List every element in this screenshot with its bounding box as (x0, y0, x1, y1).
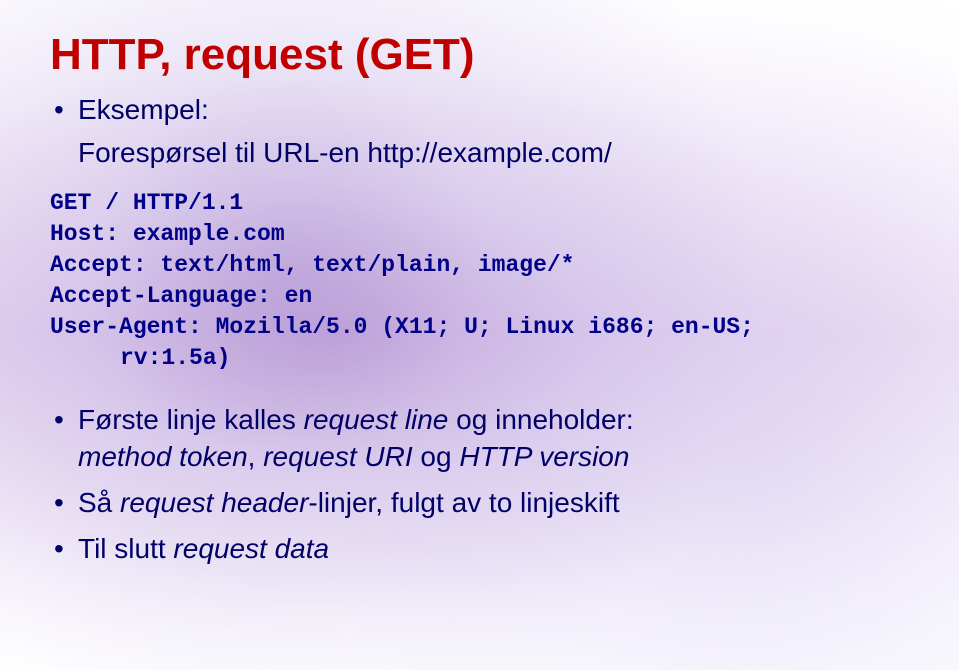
b1-sep2: og (413, 441, 460, 472)
bullet-request-data: Til slutt request data (50, 531, 909, 567)
bullet-request-header: Så request header-linjer, fulgt av to li… (50, 485, 909, 521)
b2-prefix: Så (78, 487, 120, 518)
code-line-3: Accept: text/html, text/plain, image/* (50, 252, 575, 278)
intro-bullet: Eksempel: (50, 92, 909, 128)
b1-http-version: HTTP version (459, 441, 629, 472)
code-line-6: rv:1.5a) (50, 345, 230, 371)
code-line-5: User-Agent: Mozilla/5.0 (X11; U; Linux i… (50, 314, 754, 340)
intro-description: Forespørsel til URL-en http://example.co… (50, 136, 909, 170)
intro-list: Eksempel: (50, 92, 909, 128)
b1-request-uri: request URI (263, 441, 412, 472)
b1-line2: method token, request URI og HTTP versio… (78, 439, 909, 475)
b2-suffix: -linjer, fulgt av to linjeskift (308, 487, 619, 518)
b3-italic: request data (173, 533, 329, 564)
code-block: GET / HTTP/1.1 Host: example.com Accept:… (50, 188, 909, 374)
intro-label: Eksempel: (78, 94, 209, 125)
b1-prefix: Første linje kalles (78, 404, 304, 435)
code-line-2: Host: example.com (50, 221, 285, 247)
b1-mid: og inneholder: (448, 404, 633, 435)
b1-italic1: request line (304, 404, 449, 435)
b1-method-token: method token (78, 441, 248, 472)
code-line-4: Accept-Language: en (50, 283, 312, 309)
b2-italic: request header (120, 487, 308, 518)
slide-title: HTTP, request (GET) (50, 30, 909, 80)
b1-sep1: , (248, 441, 264, 472)
b3-prefix: Til slutt (78, 533, 173, 564)
explanation-list: Første linje kalles request line og inne… (50, 402, 909, 568)
code-line-1: GET / HTTP/1.1 (50, 190, 243, 216)
bullet-request-line: Første linje kalles request line og inne… (50, 402, 909, 475)
